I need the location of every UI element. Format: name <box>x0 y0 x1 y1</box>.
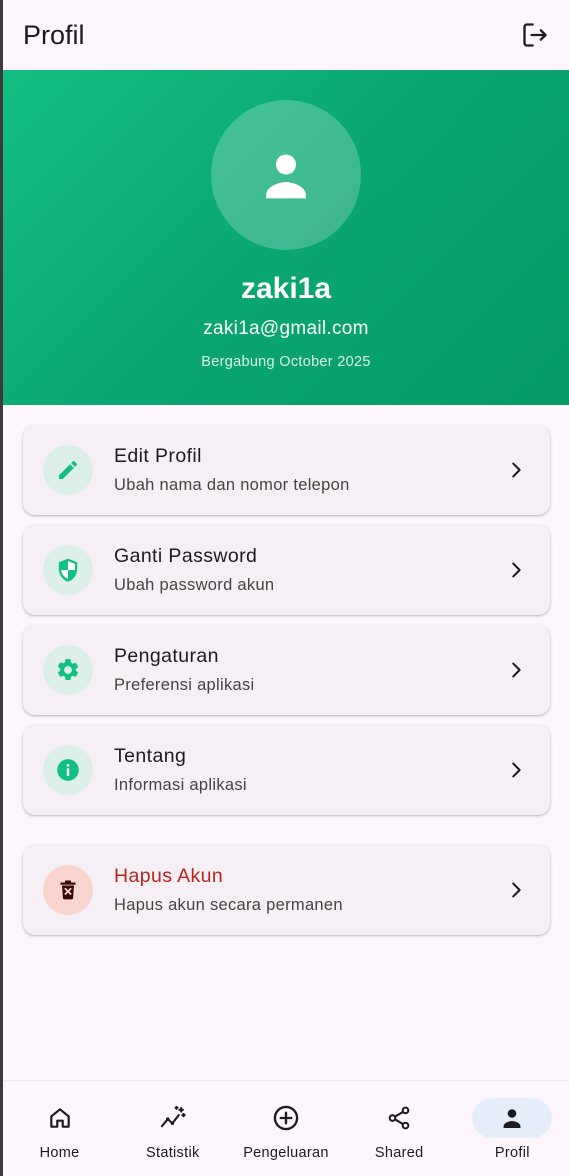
shield-icon <box>58 558 78 582</box>
menu-item-title: Pengaturan <box>114 645 219 667</box>
menu-item-about[interactable]: Tentang Informasi aplikasi <box>23 725 550 815</box>
chevron-right-icon <box>504 558 528 582</box>
chevron-right-icon <box>504 658 528 682</box>
menu-item-subtitle: Informasi aplikasi <box>114 776 247 794</box>
avatar <box>211 100 361 250</box>
nav-item-shared[interactable]: Shared <box>343 1081 456 1176</box>
delete-icon <box>60 880 76 900</box>
menu-item-settings[interactable]: Pengaturan Preferensi aplikasi <box>23 625 550 715</box>
gear-icon <box>57 659 79 680</box>
menu-item-subtitle: Ubah nama dan nomor telepon <box>114 476 350 494</box>
stats-icon <box>160 1105 186 1128</box>
menu-icon-container <box>43 745 93 795</box>
logout-icon <box>523 23 547 47</box>
menu-item-title: Ganti Password <box>114 545 258 567</box>
menu-icon-container <box>43 645 93 695</box>
menu-item-change-password[interactable]: Ganti Password Ubah password akun <box>23 525 550 615</box>
menu-item-subtitle: Hapus akun secara permanen <box>114 896 343 914</box>
nav-indicator <box>133 1098 213 1138</box>
menu-item-subtitle: Preferensi aplikasi <box>114 676 255 694</box>
nav-indicator <box>359 1098 439 1138</box>
chevron-right-icon <box>504 758 528 782</box>
page-title: Profil <box>23 19 85 50</box>
menu-icon-container <box>43 445 93 495</box>
bottom-navigation: Home Statistik Pengeluaran Shared Profil <box>3 1080 569 1176</box>
menu-item-delete-account[interactable]: Hapus Akun Hapus akun secara permanen <box>23 845 550 935</box>
person-icon <box>503 1109 521 1128</box>
chevron-right-icon <box>504 878 528 902</box>
nav-indicator-active <box>472 1098 553 1138</box>
nav-label: Shared <box>374 1145 424 1161</box>
join-date: Bergabung October 2025 <box>201 354 371 370</box>
nav-item-home[interactable]: Home <box>3 1081 116 1176</box>
nav-label: Statistik <box>146 1145 200 1161</box>
nav-item-statistik[interactable]: Statistik <box>116 1081 229 1176</box>
share-icon <box>388 1106 410 1130</box>
menu-item-title: Hapus Akun <box>114 865 224 887</box>
chevron-right-icon <box>504 458 528 482</box>
info-icon <box>57 759 79 781</box>
profile-header: zaki1a zaki1a@gmail.com Bergabung Octobe… <box>3 70 569 405</box>
home-icon <box>49 1108 70 1128</box>
username: zaki1a <box>240 272 332 305</box>
menu-item-edit-profile[interactable]: Edit Profil Ubah nama dan nomor telepon <box>23 425 550 515</box>
app-bar: Profil <box>3 0 569 70</box>
menu-icon-container <box>43 865 93 915</box>
nav-label: Profil <box>494 1145 530 1161</box>
nav-label: Pengeluaran <box>243 1145 329 1161</box>
user-email: zaki1a@gmail.com <box>203 318 369 339</box>
menu-icon-container <box>43 545 93 595</box>
person-icon <box>266 154 306 199</box>
nav-indicator <box>246 1098 326 1138</box>
menu-item-title: Edit Profil <box>114 445 202 467</box>
add-circle-icon <box>273 1105 299 1131</box>
nav-item-pengeluaran[interactable]: Pengeluaran <box>229 1081 342 1176</box>
menu-item-subtitle: Ubah password akun <box>114 576 275 594</box>
pencil-icon <box>59 460 78 479</box>
nav-indicator <box>20 1098 100 1138</box>
logout-button[interactable] <box>517 17 553 53</box>
nav-label: Home <box>39 1145 80 1161</box>
menu-item-title: Tentang <box>114 745 187 767</box>
nav-item-profil[interactable]: Profil <box>456 1081 569 1176</box>
